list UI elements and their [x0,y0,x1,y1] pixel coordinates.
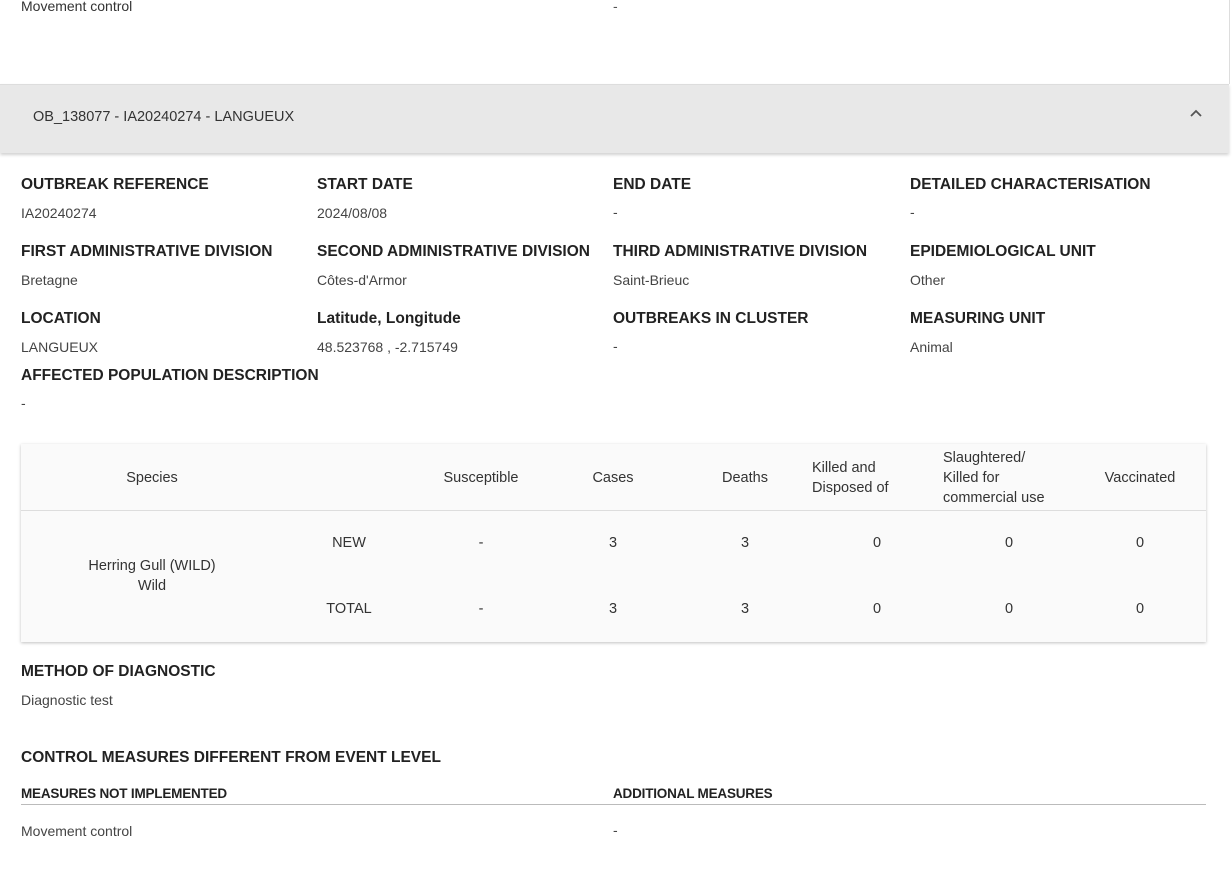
row-new-susceptible: - [478,535,484,551]
end-date-value: - [613,204,618,220]
species-cell: Herring Gull (WILD) Wild [21,556,283,596]
killed-header-line2: Disposed of [812,480,889,496]
first-admin-division-label: FIRST ADMINISTRATIVE DIVISION [21,243,273,260]
slaughtered-header-line3: commercial use [943,490,1045,506]
row-total-slaughtered: 0 [1004,601,1014,617]
latitude-longitude-label: Latitude, Longitude [317,310,461,327]
chevron-up-icon[interactable] [1189,107,1203,121]
outbreak-reference-value: IA20240274 [21,205,97,221]
susceptible-header: Susceptible [443,470,519,486]
row-total-deaths: 3 [740,601,750,617]
detailed-characterisation-value: - [910,204,915,220]
method-of-diagnostic-label: METHOD OF DIAGNOSTIC [21,663,216,680]
species-table: Species Susceptible Cases Deaths Killed … [21,444,1206,642]
row-total-killed: 0 [872,601,882,617]
third-admin-division-label: THIRD ADMINISTRATIVE DIVISION [613,243,868,260]
third-admin-division-value: Saint-Brieuc [613,272,690,288]
detailed-characterisation-label: DETAILED CHARACTERISATION [910,176,1151,193]
row-new-cases: 3 [608,535,618,551]
epidemiological-unit-label: EPIDEMIOLOGICAL UNIT [910,243,1096,260]
control-measures-divider [21,804,1206,805]
second-admin-division-label: SECOND ADMINISTRATIVE DIVISION [317,243,590,260]
previous-outbreak-section: Movement control - [0,0,1230,84]
first-admin-division-value: Bretagne [21,272,78,288]
cases-header: Cases [592,470,634,486]
outbreak-accordion-header[interactable]: OB_138077 - IA20240274 - LANGUEUX [0,84,1229,153]
additional-measures-header: ADDITIONAL MEASURES [613,786,773,801]
table-header-divider [21,510,1206,511]
prev-additional-measures-value: - [613,0,618,14]
start-date-value: 2024/08/08 [317,205,388,221]
measures-not-implemented-value: Movement control [21,823,133,839]
affected-population-value: - [21,395,26,411]
row-total-susceptible: - [478,601,484,617]
outbreaks-in-cluster-label: OUTBREAKS IN CLUSTER [613,310,809,327]
measures-not-implemented-header: MEASURES NOT IMPLEMENTED [21,786,227,801]
row-new-slaughtered: 0 [1004,535,1014,551]
affected-population-label: AFFECTED POPULATION DESCRIPTION [21,367,319,384]
species-name: Herring Gull (WILD) [88,558,216,574]
row-new-deaths: 3 [740,535,750,551]
method-of-diagnostic-value: Diagnostic test [21,692,113,708]
killed-disposed-header: Killed and Disposed of [812,458,889,498]
end-date-label: END DATE [613,176,692,193]
control-measures-title: CONTROL MEASURES DIFFERENT FROM EVENT LE… [21,749,441,766]
additional-measures-value: - [613,822,618,838]
species-header: Species [126,470,178,486]
epidemiological-unit-value: Other [910,272,946,288]
species-type: Wild [137,578,167,594]
slaughtered-header-line2: Killed for [943,470,1000,486]
killed-header-line1: Killed and [812,460,876,476]
location-label: LOCATION [21,310,101,327]
row-new-label: NEW [332,535,366,551]
prev-measures-not-implemented-value: Movement control [21,0,133,14]
measuring-unit-label: MEASURING UNIT [910,310,1046,327]
latitude-longitude-value: 48.523768 , -2.715749 [317,339,458,355]
measuring-unit-value: Animal [910,339,953,355]
start-date-label: START DATE [317,176,413,193]
location-value: LANGUEUX [21,339,99,355]
deaths-header: Deaths [722,470,768,486]
outbreak-reference-label: OUTBREAK REFERENCE [21,176,209,193]
row-total-vaccinated: 0 [1135,601,1145,617]
row-new-vaccinated: 0 [1135,535,1145,551]
second-admin-division-value: Côtes-d'Armor [317,272,407,288]
row-total-label: TOTAL [326,601,372,617]
outbreaks-in-cluster-value: - [613,338,618,354]
outbreak-accordion-title: OB_138077 - IA20240274 - LANGUEUX [33,109,295,125]
slaughtered-header: Slaughtered/ Killed for commercial use [943,448,1045,508]
row-new-killed: 0 [872,535,882,551]
vaccinated-header: Vaccinated [1104,470,1176,486]
slaughtered-header-line1: Slaughtered/ [943,450,1026,466]
row-total-cases: 3 [608,601,618,617]
